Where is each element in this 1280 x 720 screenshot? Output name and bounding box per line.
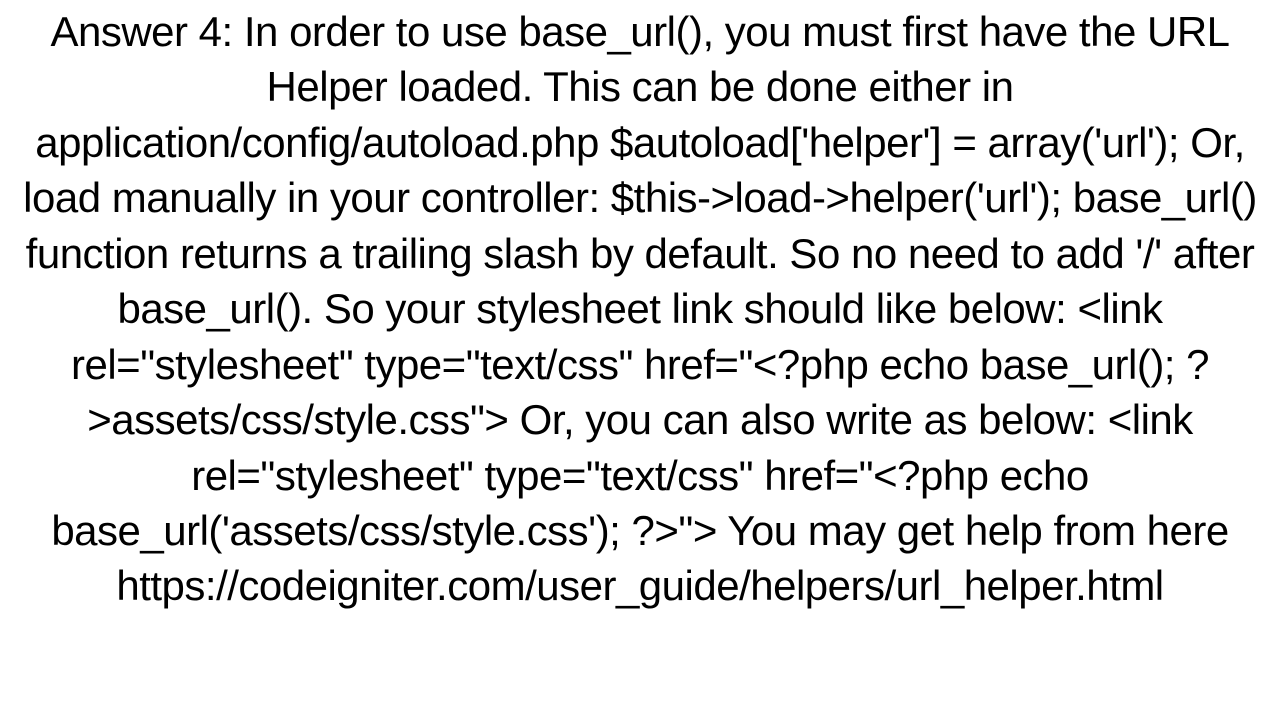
answer-body: Answer 4: In order to use base_url(), yo… xyxy=(23,8,1257,609)
answer-text-block: Answer 4: In order to use base_url(), yo… xyxy=(0,0,1280,720)
